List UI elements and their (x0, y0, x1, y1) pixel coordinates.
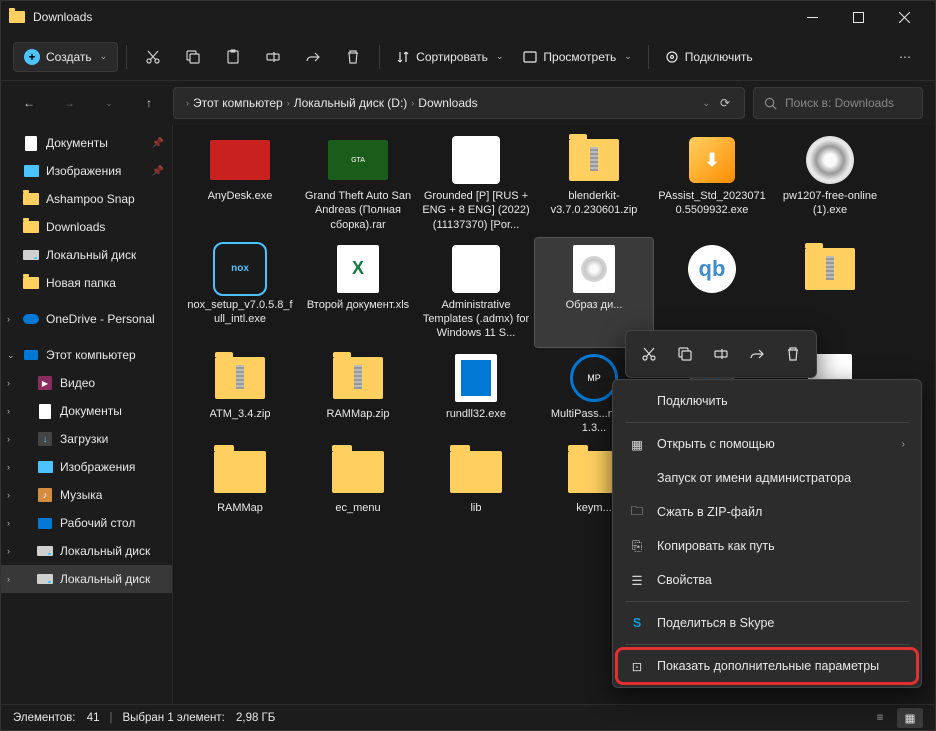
refresh-button[interactable]: ⟳ (720, 96, 730, 110)
more-button[interactable]: ⋯ (887, 39, 923, 75)
new-label: Создать (46, 50, 92, 64)
file-item[interactable]: Grounded [P] [RUS + ENG + 8 ENG] (2022) … (417, 129, 535, 238)
context-menu: Подключить ▦Открыть с помощью› Запуск от… (612, 379, 922, 688)
sidebar-item[interactable]: Изображения📌 (1, 157, 172, 185)
zip-icon: 🗀 (629, 502, 645, 523)
connect-icon (665, 50, 679, 64)
context-mini-toolbar (625, 330, 817, 378)
breadcrumb-item[interactable]: Этот компьютер (193, 96, 283, 110)
sidebar-item[interactable]: ›OneDrive - Personal (1, 305, 172, 333)
delete-button[interactable] (776, 337, 810, 371)
cut-button[interactable] (135, 39, 171, 75)
close-button[interactable] (881, 1, 927, 33)
sort-button[interactable]: Сортировать⌄ (388, 44, 511, 70)
sidebar-item[interactable]: Документы📌 (1, 129, 172, 157)
sidebar-item[interactable]: ›Локальный диск (1, 565, 172, 593)
details-view-button[interactable]: ≡ (867, 708, 893, 728)
view-icon (523, 50, 537, 64)
rename-button[interactable] (255, 39, 291, 75)
sidebar: Документы📌Изображения📌Ashampoo SnapDownl… (1, 125, 173, 704)
copy-button[interactable] (668, 337, 702, 371)
forward-button[interactable]: → (53, 87, 85, 119)
open-with-icon: ▦ (629, 437, 645, 452)
toolbar: + Создать ⌄ Сортировать⌄ Просмотреть⌄ По… (1, 33, 935, 81)
new-button[interactable]: + Создать ⌄ (13, 42, 118, 72)
breadcrumb[interactable]: › Этот компьютер › Локальный диск (D:) ›… (173, 87, 745, 119)
sidebar-item[interactable]: Ashampoo Snap (1, 185, 172, 213)
ctx-properties[interactable]: ☰Свойства (617, 563, 917, 597)
sidebar-item[interactable]: ›▶Видео (1, 369, 172, 397)
ctx-copy-path[interactable]: ⎘Копировать как путь (617, 529, 917, 563)
sidebar-item[interactable]: Downloads (1, 213, 172, 241)
delete-button[interactable] (335, 39, 371, 75)
more-icon: ⊡ (629, 659, 645, 674)
copy-path-icon: ⎘ (629, 539, 645, 554)
file-item[interactable]: rundll32.exe (417, 347, 535, 442)
connect-button[interactable]: Подключить (657, 44, 761, 70)
breadcrumb-item[interactable]: Downloads (418, 96, 477, 110)
file-item[interactable]: GTAGrand Theft Auto San Andreas (Полная … (299, 129, 417, 238)
ctx-connect[interactable]: Подключить (617, 384, 917, 418)
sidebar-item[interactable]: ›Локальный диск (1, 537, 172, 565)
skype-icon: S (629, 616, 645, 630)
ctx-skype[interactable]: SПоделиться в Skype (617, 606, 917, 640)
file-item[interactable]: AnyDesk.exe (181, 129, 299, 238)
file-item[interactable]: RAMMap (181, 441, 299, 536)
copy-button[interactable] (175, 39, 211, 75)
search-input[interactable]: Поиск в: Downloads (753, 87, 923, 119)
file-item[interactable]: ec_menu (299, 441, 417, 536)
sidebar-item[interactable]: ›♪Музыка (1, 481, 172, 509)
sidebar-item[interactable]: ›↓Загрузки (1, 425, 172, 453)
rename-button[interactable] (704, 337, 738, 371)
file-item[interactable]: blenderkit-v3.7.0.230601.zip (535, 129, 653, 238)
plus-icon: + (24, 49, 40, 65)
ctx-run-admin[interactable]: Запуск от имени администратора (617, 461, 917, 495)
file-item[interactable]: RAMMap.zip (299, 347, 417, 442)
window-title: Downloads (33, 10, 789, 24)
paste-button[interactable] (215, 39, 251, 75)
breadcrumb-item[interactable]: Локальный диск (D:) (294, 96, 408, 110)
up-button[interactable]: ↑ (133, 87, 165, 119)
share-button[interactable] (295, 39, 331, 75)
cut-button[interactable] (632, 337, 666, 371)
recent-dropdown[interactable]: ⌄ (93, 87, 125, 119)
file-item[interactable]: ⬇PAssist_Std_20230710.5509932.exe (653, 129, 771, 238)
sidebar-item[interactable]: ⌄Этот компьютер (1, 341, 172, 369)
folder-icon (9, 11, 25, 23)
file-item[interactable]: pw1207-free-online (1).exe (771, 129, 889, 238)
navbar: ← → ⌄ ↑ › Этот компьютер › Локальный дис… (1, 81, 935, 125)
chevron-down-icon: ⌄ (100, 51, 108, 62)
share-button[interactable] (740, 337, 774, 371)
sidebar-item[interactable]: ›Изображения (1, 453, 172, 481)
back-button[interactable]: ← (13, 87, 45, 119)
properties-icon: ☰ (629, 573, 645, 588)
sidebar-item[interactable]: ›Рабочий стол (1, 509, 172, 537)
status-bar: Элементов: 41 | Выбран 1 элемент: 2,98 Г… (1, 704, 935, 730)
file-item[interactable]: XВторой документ.xls (299, 238, 417, 347)
icons-view-button[interactable]: ▦ (897, 708, 923, 728)
ctx-open-with[interactable]: ▦Открыть с помощью› (617, 427, 917, 461)
titlebar: Downloads (1, 1, 935, 33)
maximize-button[interactable] (835, 1, 881, 33)
file-item[interactable]: noxnox_setup_v7.0.5.8_full_intl.exe (181, 238, 299, 347)
sidebar-item[interactable]: Локальный диск (1, 241, 172, 269)
search-icon (764, 97, 777, 110)
chevron-down-icon[interactable]: ⌄ (702, 98, 710, 109)
sidebar-item[interactable]: ›Документы (1, 397, 172, 425)
view-button[interactable]: Просмотреть⌄ (515, 44, 639, 70)
file-item[interactable]: Administrative Templates (.admx) for Win… (417, 238, 535, 347)
ctx-zip[interactable]: 🗀Сжать в ZIP-файл (617, 495, 917, 529)
sidebar-item[interactable]: Новая папка (1, 269, 172, 297)
sort-icon (396, 50, 410, 64)
minimize-button[interactable] (789, 1, 835, 33)
file-item[interactable]: lib (417, 441, 535, 536)
ctx-show-more[interactable]: ⊡Показать дополнительные параметры (617, 649, 917, 683)
file-item[interactable]: ATM_3.4.zip (181, 347, 299, 442)
